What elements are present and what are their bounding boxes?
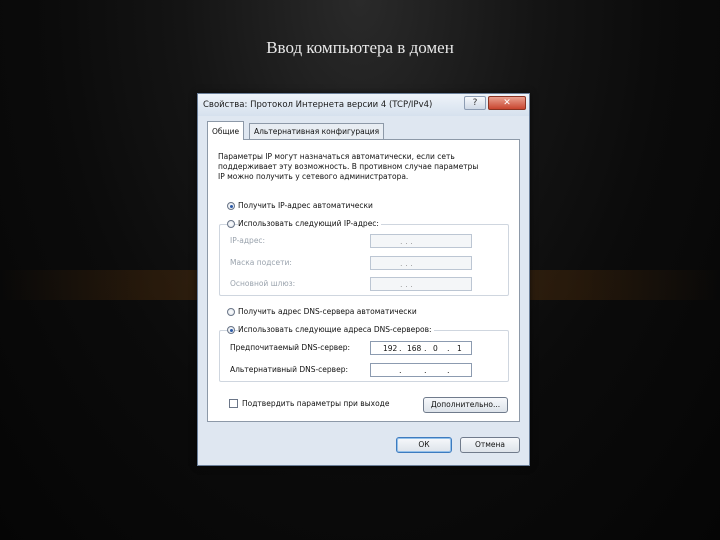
ip-auto-label[interactable]: Получить IP-адрес автоматически (238, 201, 373, 210)
tab-alternate-config[interactable]: Альтернативная конфигурация (249, 123, 385, 139)
slide-title: Ввод компьютера в домен (266, 38, 454, 57)
advanced-button[interactable]: Дополнительно... (423, 397, 508, 413)
subnet-mask-label: Маска подсети: (230, 258, 292, 267)
help-button[interactable]: ? (464, 96, 486, 110)
gateway-label: Основной шлюз: (230, 279, 296, 288)
cancel-button[interactable]: Отмена (460, 437, 520, 453)
close-button[interactable]: ✕ (488, 96, 526, 110)
ip-manual-radio[interactable] (227, 220, 235, 228)
dns-manual-radio[interactable] (227, 326, 235, 334)
confirm-settings-label[interactable]: Подтвердить параметры при выходе (242, 399, 389, 408)
ip-auto-radio[interactable] (227, 202, 235, 210)
ok-button[interactable]: ОК (396, 437, 452, 453)
general-tab-panel: Параметры IP могут назначаться автоматич… (207, 139, 520, 422)
intro-text-line-1: Параметры IP могут назначаться автоматич… (218, 152, 455, 161)
dns-manual-label[interactable]: Использовать следующие адреса DNS-сервер… (238, 325, 434, 334)
tcpip-properties-dialog: Свойства: Протокол Интернета версии 4 (T… (197, 93, 530, 466)
gateway-input[interactable]: . . . (370, 277, 472, 291)
confirm-settings-checkbox[interactable] (229, 399, 238, 408)
preferred-dns-input[interactable]: 192 . 168 . 0 . 1 (370, 341, 472, 355)
subnet-mask-input[interactable]: . . . (370, 256, 472, 270)
alternate-dns-label: Альтернативный DNS-сервер: (230, 365, 349, 374)
alternate-dns-input[interactable]: . . . (370, 363, 472, 377)
dialog-title: Свойства: Протокол Интернета версии 4 (T… (203, 100, 433, 110)
dialog-titlebar[interactable]: Свойства: Протокол Интернета версии 4 (T… (198, 94, 529, 116)
intro-text-line-3: IP можно получить у сетевого администрат… (218, 172, 409, 181)
ip-manual-label[interactable]: Использовать следующий IP-адрес: (238, 219, 381, 228)
ip-address-label: IP-адрес: (230, 236, 266, 245)
intro-text-line-2: поддерживает эту возможность. В противно… (218, 162, 479, 171)
tab-general[interactable]: Общие (207, 121, 245, 140)
dns-auto-label[interactable]: Получить адрес DNS-сервера автоматически (238, 307, 417, 316)
preferred-dns-label: Предпочитаемый DNS-сервер: (230, 343, 351, 352)
dns-auto-radio[interactable] (227, 308, 235, 316)
ip-address-input[interactable]: . . . (370, 234, 472, 248)
